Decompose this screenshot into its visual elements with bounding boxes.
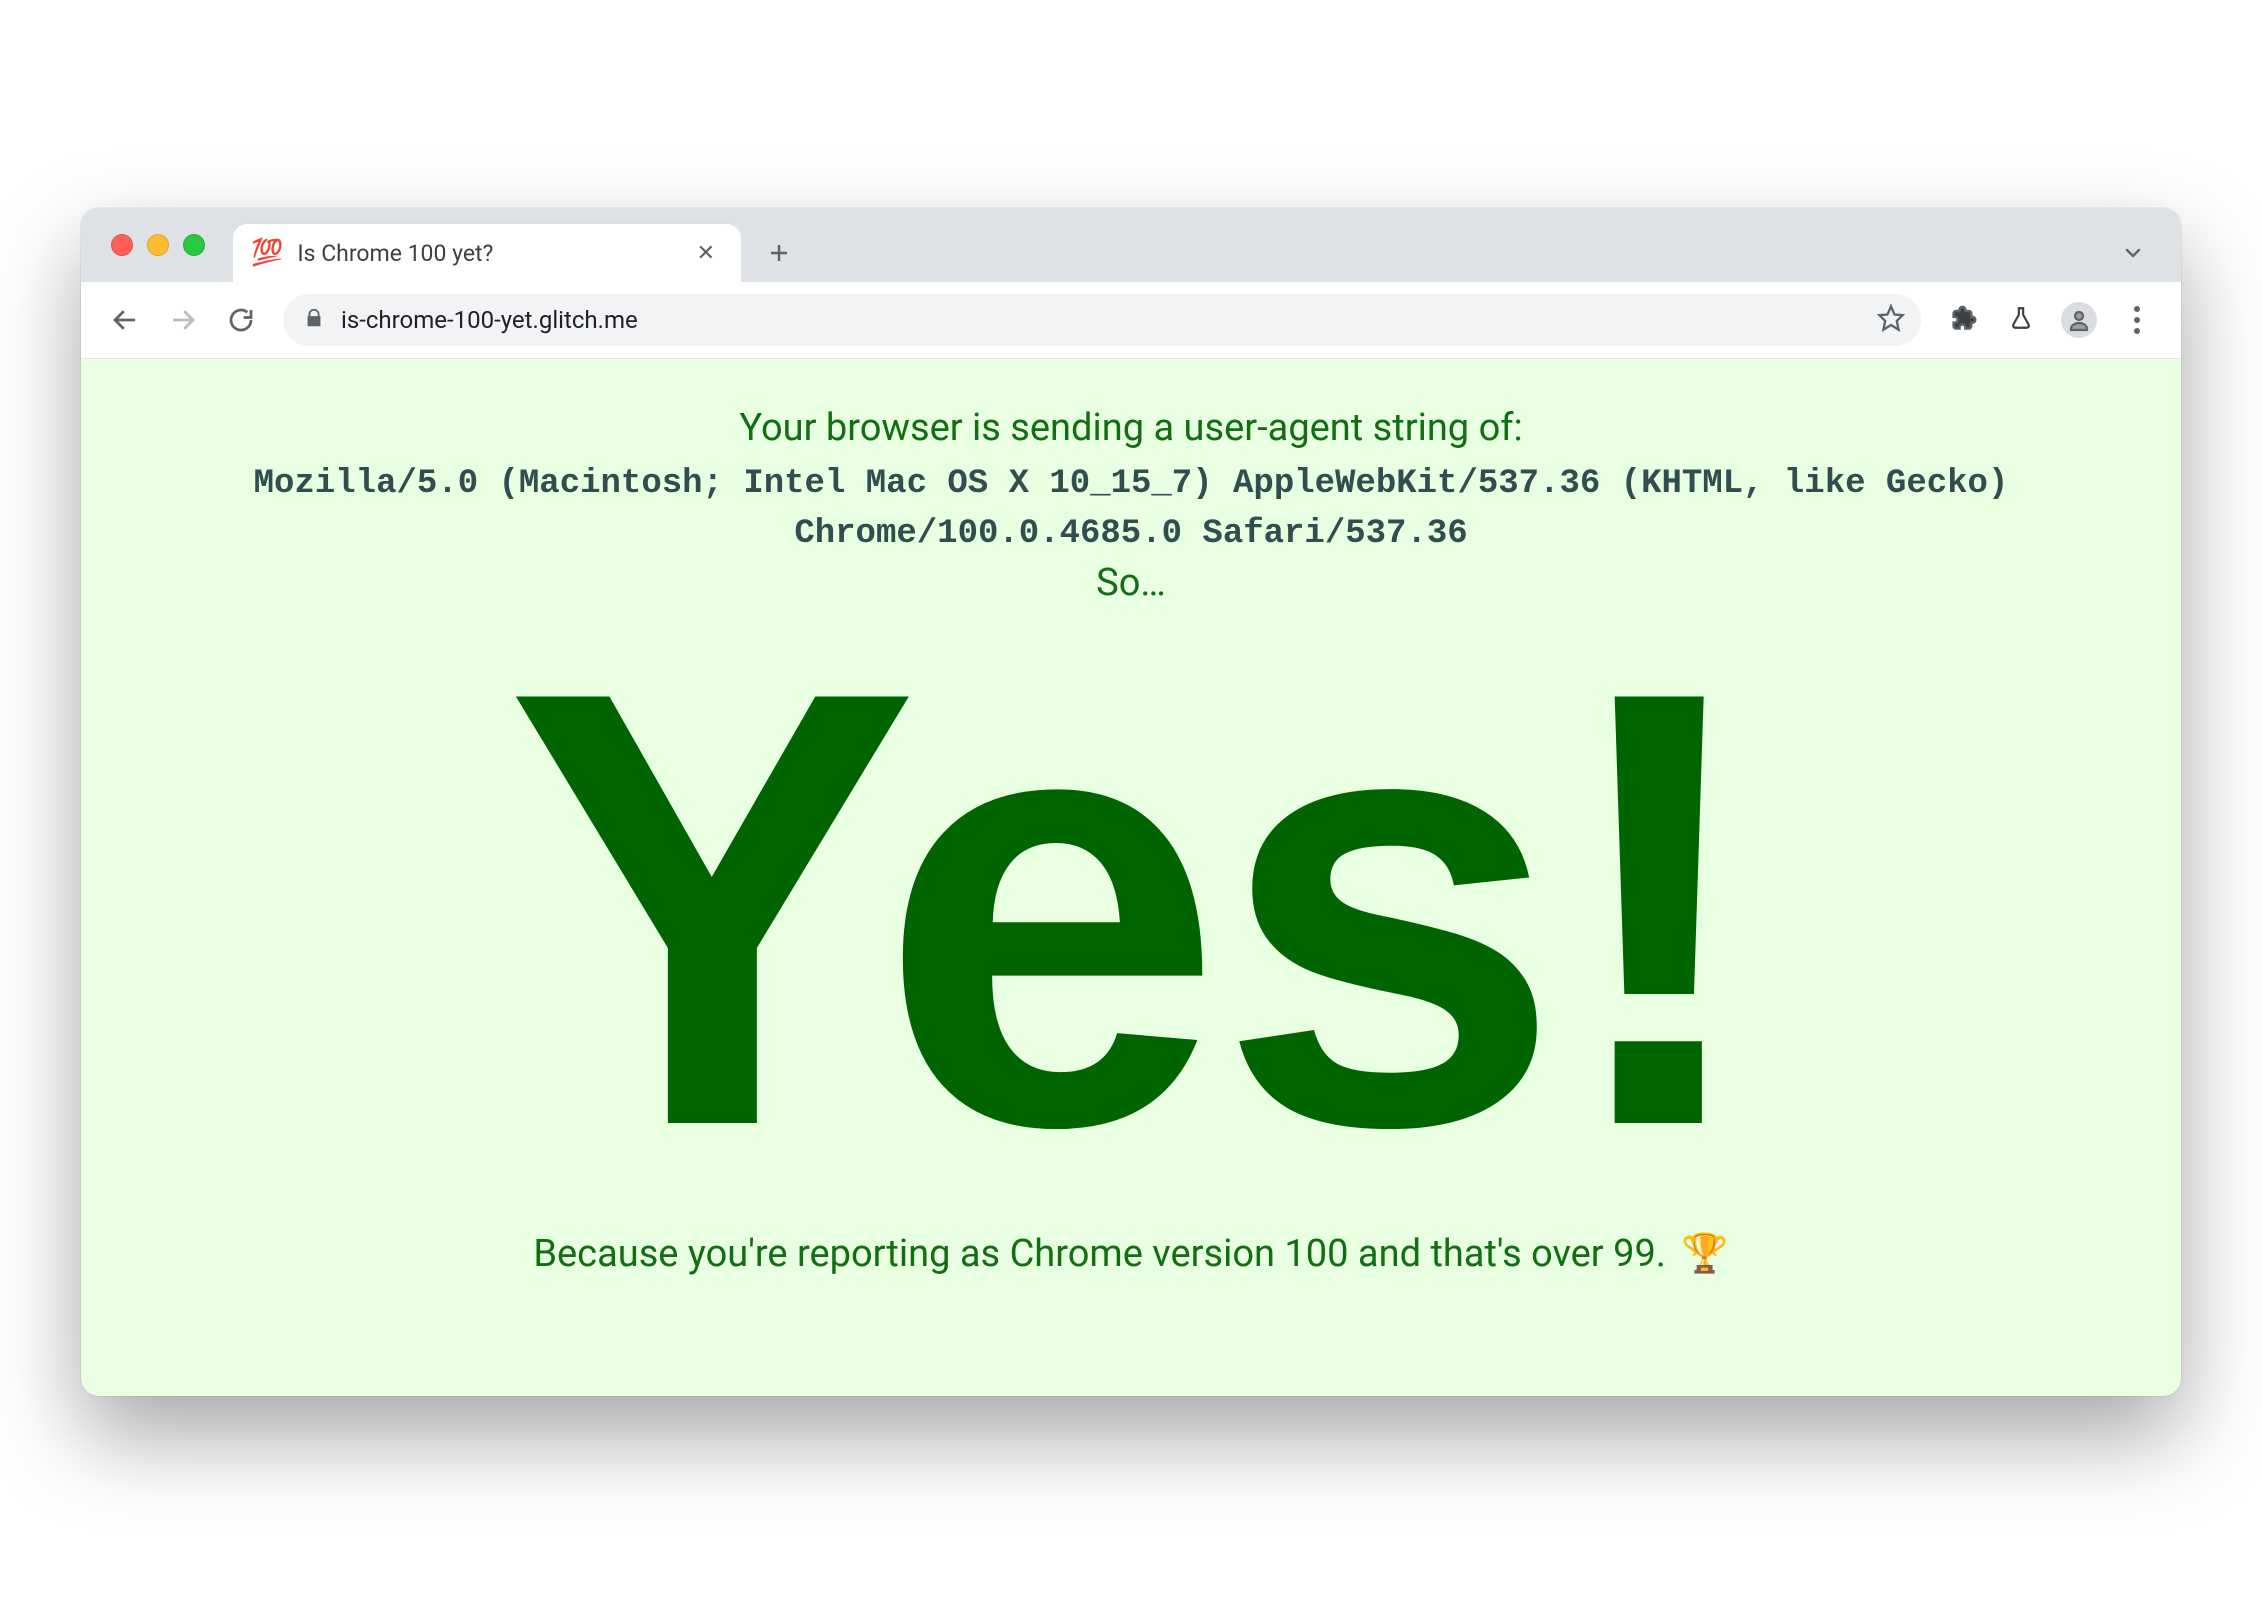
hundred-points-icon: 💯: [251, 238, 283, 268]
lock-icon: [303, 307, 325, 333]
star-icon: [1877, 304, 1905, 332]
plus-icon: [767, 241, 791, 265]
maximize-window-button[interactable]: [183, 234, 205, 256]
reason-label: Because you're reporting as Chrome versi…: [533, 1232, 1666, 1276]
back-button[interactable]: [99, 294, 151, 346]
extensions-button[interactable]: [1937, 294, 1989, 346]
avatar-icon: [2061, 302, 2097, 338]
reload-button[interactable]: [215, 294, 267, 346]
browser-tab[interactable]: 💯 Is Chrome 100 yet? ✕: [233, 224, 741, 282]
url-text: is-chrome-100-yet.glitch.me: [341, 306, 1877, 334]
profile-button[interactable]: [2053, 294, 2105, 346]
close-tab-button[interactable]: ✕: [691, 237, 721, 270]
menu-button[interactable]: [2111, 294, 2163, 346]
arrow-right-icon: [168, 305, 198, 335]
page-content: Your browser is sending a user-agent str…: [81, 359, 2181, 1396]
trophy-icon: 🏆: [1681, 1232, 1728, 1276]
address-bar[interactable]: is-chrome-100-yet.glitch.me: [283, 294, 1921, 346]
tab-search-button[interactable]: [2109, 229, 2157, 277]
arrow-left-icon: [110, 305, 140, 335]
chevron-down-icon: [2121, 241, 2145, 265]
labs-button[interactable]: [1995, 294, 2047, 346]
close-window-button[interactable]: [111, 234, 133, 256]
reload-icon: [226, 305, 256, 335]
tab-strip: 💯 Is Chrome 100 yet? ✕: [81, 208, 2181, 282]
new-tab-button[interactable]: [755, 229, 803, 277]
user-agent-string: Mozilla/5.0 (Macintosh; Intel Mac OS X 1…: [121, 460, 2141, 559]
flask-icon: [2008, 305, 2034, 335]
bookmark-button[interactable]: [1877, 304, 1905, 336]
tab-title: Is Chrome 100 yet?: [297, 240, 690, 267]
window-controls: [105, 208, 233, 282]
intro-text: Your browser is sending a user-agent str…: [121, 403, 2141, 454]
minimize-window-button[interactable]: [147, 234, 169, 256]
browser-toolbar: is-chrome-100-yet.glitch.me: [81, 282, 2181, 359]
reason-text: Because you're reporting as Chrome versi…: [121, 1232, 2141, 1276]
forward-button[interactable]: [157, 294, 209, 346]
answer-headline: Yes!: [121, 615, 2141, 1204]
browser-window: 💯 Is Chrome 100 yet? ✕: [81, 208, 2181, 1396]
puzzle-piece-icon: [1949, 304, 1977, 336]
kebab-icon: [2134, 306, 2140, 334]
